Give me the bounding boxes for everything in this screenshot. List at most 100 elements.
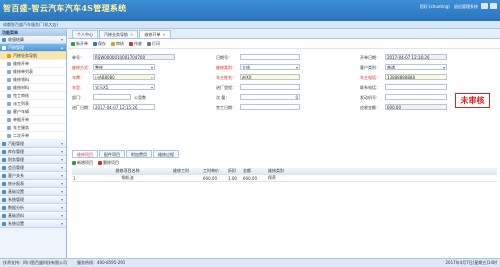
table-cell: 600.00 — [243, 175, 257, 181]
contact-field[interactable] — [385, 84, 447, 90]
repair-type-select[interactable]: 整修 ▾ — [93, 64, 155, 70]
repair-class-select[interactable]: 大修 ▾ — [240, 64, 300, 70]
sidebar-group-member[interactable]: 会员管理 ▾ — [0, 164, 66, 172]
sidebar-item-owner-service[interactable]: 车主服务 — [0, 124, 66, 132]
sidebar-group-analytics[interactable]: 数据分析 ▾ — [0, 204, 66, 212]
date-no-field[interactable] — [240, 54, 300, 60]
sidebar-item-completion[interactable]: 完工审核 — [0, 92, 66, 100]
close-icon[interactable] — [490, 3, 497, 9]
sidebar-item-repair-nav[interactable]: 汽修业务导航 — [0, 52, 66, 60]
sidebar-item-order-list[interactable]: 维修单列表 — [0, 68, 66, 76]
sidebar-group-stock[interactable]: 库存管理 ▾ — [0, 148, 66, 156]
owner-field[interactable]: 赵XX — [240, 74, 300, 80]
arrive-date-label: 进厂日期： — [72, 105, 92, 110]
tab-personal-center[interactable]: 个人中心 — [72, 30, 98, 38]
tab-parts-items[interactable]: 配件项目 — [99, 150, 125, 158]
exit-link[interactable]: 退出管理系统 — [454, 4, 478, 9]
people-icon — [2, 173, 6, 178]
finish-date-field[interactable] — [240, 104, 300, 110]
sidebar-group-label: 统计报表 — [8, 180, 24, 186]
tab-repair-nav[interactable]: 汽修业务导航 × — [99, 30, 139, 38]
dept-label: 部门： — [72, 95, 84, 100]
plate-label: 车牌： — [72, 75, 84, 80]
add-item-button[interactable]: 新增项目 — [72, 160, 93, 166]
close-icon[interactable]: × — [130, 32, 133, 37]
plate-field[interactable]: 川AB8080 ⌕ — [93, 74, 155, 80]
phone-field[interactable]: 13888888888 — [385, 74, 447, 80]
customer-type-select[interactable]: 普通 ▾ — [385, 64, 447, 70]
tab-repair-items[interactable]: 维修项目 — [72, 150, 98, 158]
select-value: 普通 — [387, 65, 395, 70]
sidebar-item-vehicles[interactable]: 客户车辆 — [0, 108, 66, 116]
sidebar-group-system[interactable]: 系统管理 ▾ — [0, 196, 66, 204]
sidebar-group-cashier[interactable]: 收银结算 ▾ — [0, 36, 66, 44]
save-button[interactable]: 保存 — [93, 41, 106, 47]
delete-item-button[interactable]: 删除项目 — [98, 160, 119, 166]
sidebar-group-reports[interactable]: 统计报表 ▾ — [0, 180, 66, 188]
tab-repair-process[interactable]: 维修过程 — [153, 150, 179, 158]
company-text: 技术支持：四川智百盛科技有限公司 — [3, 260, 67, 265]
table-row[interactable]: 1 钢机油 600.00 1.00 600.00 保养 — [72, 175, 497, 182]
new-order-button[interactable]: 新开单 — [71, 41, 88, 47]
arrive-date-field[interactable]: 2017-04-07 12:15:26 — [93, 104, 155, 110]
void-button[interactable]: 作废 — [129, 41, 142, 47]
sidebar-item-label: 派工列表 — [13, 100, 29, 106]
sidebar-group-repair[interactable]: 汽修管理 ▴ — [0, 44, 66, 52]
chevron-down-icon: ▾ — [60, 221, 63, 226]
sidebar-item-repair-order[interactable]: 维修开单 — [0, 60, 66, 68]
model-label: 车型： — [72, 85, 84, 90]
warehouse-icon — [2, 149, 6, 154]
mileage-label: 进厂里程： — [216, 85, 236, 90]
mileage-field[interactable] — [240, 84, 300, 90]
button-label: 新增项目 — [77, 160, 93, 165]
print-button[interactable]: 打印 — [147, 41, 160, 47]
plus-icon — [71, 41, 75, 46]
search-icon[interactable]: ⌕ — [151, 75, 153, 79]
chevron-down-icon: ▾ — [60, 189, 63, 194]
config-icon — [2, 221, 6, 226]
sidebar-group-crm[interactable]: 客户关系 ▾ — [0, 172, 66, 180]
chevron-down-icon: ▾ — [60, 141, 63, 146]
chevron-down-icon: ▾ — [60, 197, 63, 202]
sidebar-group-label: 汽修管理 — [8, 44, 24, 50]
sidebar-group-parts[interactable]: 汽配管理 ▾ — [0, 140, 66, 148]
sidebar-item-dispatch[interactable]: 派工列表 — [0, 100, 66, 108]
sidebar-title: 功能菜单 — [0, 29, 66, 36]
sidebar-item-bills[interactable]: 单据开单 — [0, 116, 66, 124]
sidebar-item-label: 维修材料 — [13, 84, 29, 90]
close-icon[interactable]: × — [162, 32, 165, 37]
select-value: 大修 — [242, 65, 250, 70]
tab-strip: 个人中心 汽修业务导航 × 维修开单 × — [68, 29, 500, 39]
detail-tabs: 维修项目 配件项目 附加费用 维修过程 — [72, 150, 179, 158]
qty-field[interactable]: 0 — [240, 94, 300, 100]
minimize-icon[interactable] — [481, 3, 488, 9]
tab-repair-order[interactable]: 维修开单 × — [139, 30, 171, 38]
sidebar-item-label: 维修领料 — [13, 76, 29, 82]
tab-extra-fees[interactable]: 附加费用 — [126, 150, 152, 158]
button-label: 保存 — [98, 40, 106, 46]
toolbar: 新开单 保存 审核 作废 打印 — [68, 39, 500, 49]
dept-field[interactable] — [93, 94, 131, 100]
sidebar-item-reorder[interactable]: 二次开单 — [0, 132, 66, 140]
chevron-down-icon: ▾ — [60, 173, 63, 178]
sidebar-item-materials[interactable]: 维修材料 — [0, 84, 66, 92]
order-form: 单号： RSW0000010001704700 日期号： 开单日期： 2017-… — [68, 49, 500, 125]
chevron-up-icon: ▴ — [60, 45, 63, 50]
engine-no-label: 发动机号： — [360, 95, 380, 100]
sidebar-group-data[interactable]: 基础资料 ▾ — [0, 212, 66, 220]
chevron-down-icon: ▾ — [60, 37, 63, 42]
engine-no-field[interactable] — [385, 94, 447, 100]
audit-button[interactable]: 审核 — [111, 41, 124, 47]
system-icon — [2, 197, 6, 202]
model-field[interactable]: 宝马X5 ▾ — [93, 84, 155, 90]
sidebar-group-basic[interactable]: 基础设置 ▾ — [0, 188, 66, 196]
status-bar: 技术支持：四川智百盛科技有限公司 服务热线：400-8595-291 2017年… — [0, 258, 500, 267]
table-header: 维修项目名称 维修工时 工时单价 折扣 金额 维修类别 — [72, 168, 497, 175]
sidebar-group-finance[interactable]: 财务管理 ▾ — [0, 156, 66, 164]
sidebar-item-parts-pick[interactable]: 维修领料 — [0, 76, 66, 84]
button-label: 新开单 — [76, 40, 88, 46]
sidebar-item-label: 维修单列表 — [13, 68, 33, 74]
receipt-icon — [7, 117, 11, 122]
sidebar-group-config[interactable]: 系统设置 ▾ — [0, 220, 66, 228]
column-header: 折扣 — [228, 168, 236, 173]
